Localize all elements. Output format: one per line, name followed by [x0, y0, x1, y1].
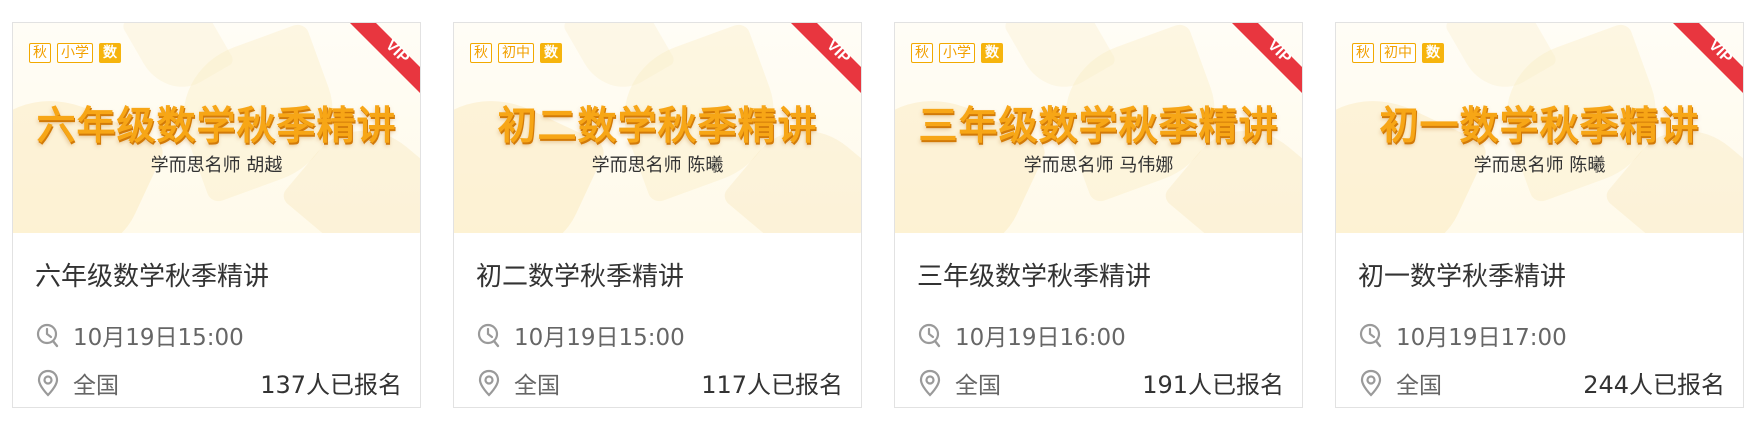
location-pin-icon	[35, 368, 61, 398]
location-pin-icon	[917, 368, 943, 398]
course-card[interactable]: 秋 小学 数 VIP 三年级数学秋季精讲 学而思名师 马伟娜 三年级数学秋季精讲…	[894, 22, 1303, 408]
course-location: 全国	[955, 372, 1001, 399]
time-row: 10月19日16:00	[917, 318, 1284, 352]
tag-group: 秋 初中 数	[470, 43, 562, 63]
course-title[interactable]: 初一数学秋季精讲	[1358, 256, 1566, 293]
time-row: 10月19日15:00	[476, 318, 843, 352]
banner-teacher: 学而思名师 胡越	[150, 155, 283, 176]
season-tag: 秋	[29, 43, 51, 63]
course-location: 全国	[73, 372, 119, 399]
course-time: 10月19日16:00	[955, 325, 1126, 351]
course-time: 10月19日17:00	[1396, 325, 1567, 351]
season-tag: 秋	[911, 43, 933, 63]
enrolled-count: 244人已报名	[1583, 371, 1725, 399]
banner-teacher: 学而思名师 陈曦	[1473, 155, 1606, 176]
course-time: 10月19日15:00	[514, 325, 685, 351]
course-card[interactable]: 秋 小学 数 VIP 六年级数学秋季精讲 学而思名师 胡越 六年级数学秋季精讲 …	[12, 22, 421, 408]
grade-tag: 初中	[1380, 43, 1416, 63]
course-card[interactable]: 秋 初中 数 VIP 初二数学秋季精讲 学而思名师 陈曦 初二数学秋季精讲 10…	[453, 22, 862, 408]
banner-title: 初一数学秋季精讲	[1379, 104, 1700, 149]
season-tag: 秋	[470, 43, 492, 63]
banner-teacher: 学而思名师 马伟娜	[1023, 155, 1174, 176]
tag-group: 秋 小学 数	[29, 43, 121, 63]
time-row: 10月19日17:00	[1358, 318, 1725, 352]
location-pin-icon	[1358, 368, 1384, 398]
grade-tag: 初中	[498, 43, 534, 63]
enrolled-count: 137人已报名	[260, 371, 402, 399]
tag-group: 秋 初中 数	[1352, 43, 1444, 63]
course-title[interactable]: 三年级数学秋季精讲	[917, 256, 1151, 293]
course-card[interactable]: 秋 初中 数 VIP 初一数学秋季精讲 学而思名师 陈曦 初一数学秋季精讲 10…	[1335, 22, 1744, 408]
banner-teacher: 学而思名师 陈曦	[591, 155, 724, 176]
clock-icon	[476, 320, 502, 350]
course-banner[interactable]: 秋 小学 数 VIP 六年级数学秋季精讲 学而思名师 胡越	[13, 23, 420, 233]
location-row: 全国 117人已报名	[476, 365, 843, 400]
tag-group: 秋 小学 数	[911, 43, 1003, 63]
clock-icon	[1358, 320, 1384, 350]
banner-title: 三年级数学秋季精讲	[918, 104, 1279, 149]
course-title[interactable]: 初二数学秋季精讲	[476, 256, 684, 293]
vip-badge: VIP	[350, 23, 420, 93]
time-row: 10月19日15:00	[35, 318, 402, 352]
subject-tag: 数	[540, 43, 562, 63]
course-title[interactable]: 六年级数学秋季精讲	[35, 256, 269, 293]
vip-badge: VIP	[791, 23, 861, 93]
grade-tag: 小学	[939, 43, 975, 63]
clock-icon	[917, 320, 943, 350]
clock-icon	[35, 320, 61, 350]
banner-title: 初二数学秋季精讲	[497, 104, 818, 149]
location-row: 全国 191人已报名	[917, 365, 1284, 400]
grade-tag: 小学	[57, 43, 93, 63]
season-tag: 秋	[1352, 43, 1374, 63]
location-row: 全国 244人已报名	[1358, 365, 1725, 400]
course-location: 全国	[514, 372, 560, 399]
vip-badge: VIP	[1673, 23, 1743, 93]
subject-tag: 数	[981, 43, 1003, 63]
enrolled-count: 117人已报名	[701, 371, 843, 399]
vip-badge: VIP	[1232, 23, 1302, 93]
course-time: 10月19日15:00	[73, 325, 244, 351]
subject-tag: 数	[99, 43, 121, 63]
enrolled-count: 191人已报名	[1142, 371, 1284, 399]
banner-title: 六年级数学秋季精讲	[36, 104, 397, 149]
course-banner[interactable]: 秋 初中 数 VIP 初二数学秋季精讲 学而思名师 陈曦	[454, 23, 861, 233]
location-pin-icon	[476, 368, 502, 398]
course-location: 全国	[1396, 372, 1442, 399]
course-card-list: 秋 小学 数 VIP 六年级数学秋季精讲 学而思名师 胡越 六年级数学秋季精讲 …	[0, 0, 1750, 422]
course-banner[interactable]: 秋 小学 数 VIP 三年级数学秋季精讲 学而思名师 马伟娜	[895, 23, 1302, 233]
location-row: 全国 137人已报名	[35, 365, 402, 400]
subject-tag: 数	[1422, 43, 1444, 63]
course-banner[interactable]: 秋 初中 数 VIP 初一数学秋季精讲 学而思名师 陈曦	[1336, 23, 1743, 233]
